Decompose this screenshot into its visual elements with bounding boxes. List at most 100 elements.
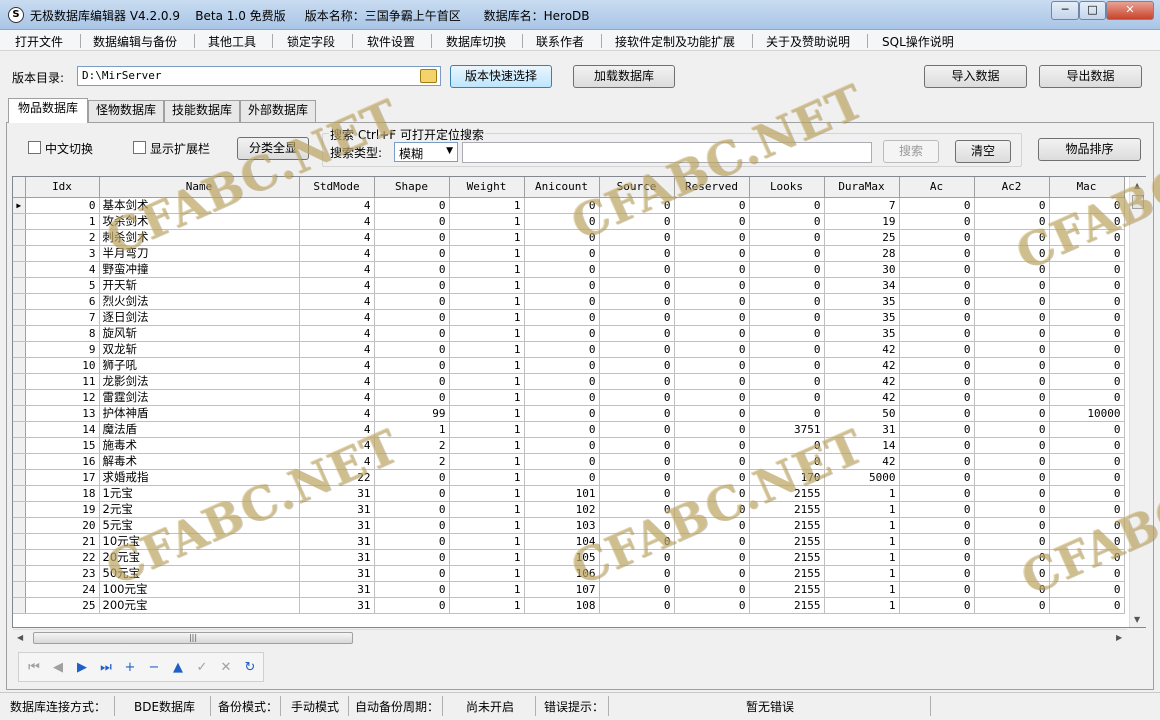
table-cell[interactable]: 0 [524,389,600,406]
table-cell[interactable]: 0 [974,469,1050,486]
table-cell[interactable]: 2155 [749,501,825,518]
table-cell[interactable]: 42 [824,341,900,358]
table-cell[interactable]: 0 [674,565,750,582]
table-cell[interactable]: 35 [824,309,900,326]
table-cell[interactable]: 0 [524,277,600,294]
table-cell[interactable]: 0 [974,213,1050,230]
table-cell[interactable]: 30 [824,261,900,278]
column-header[interactable]: Weight [449,177,525,198]
table-cell[interactable]: 0 [899,533,975,550]
table-cell[interactable]: 0 [599,437,675,454]
table-cell[interactable]: 0 [1049,277,1125,294]
table-cell[interactable]: 0 [1049,245,1125,262]
table-cell[interactable]: 0 [1049,501,1125,518]
table-cell[interactable]: 0 [749,357,825,374]
table-cell[interactable]: 0 [974,341,1050,358]
table-cell[interactable]: 1 [824,549,900,566]
menu-data-edit-backup[interactable]: 数据编辑与备份 [93,33,177,50]
table-cell[interactable]: 0 [374,533,450,550]
table-cell[interactable]: 10元宝 [99,533,300,550]
table-cell[interactable]: 0 [524,197,600,214]
tab-external-db[interactable]: 外部数据库 [240,100,316,122]
table-cell[interactable]: 0 [1049,325,1125,342]
table-cell[interactable]: 0 [674,581,750,598]
table-cell[interactable]: 双龙斩 [99,341,300,358]
table-row[interactable]: 23 50元宝 31 0 1 106 0 0 2155 1 0 0 0 [13,565,1125,582]
import-button[interactable]: 导入数据 [924,65,1027,88]
export-button[interactable]: 导出数据 [1039,65,1142,88]
table-cell[interactable]: 1 [449,533,525,550]
table-cell[interactable]: 21 [25,533,100,550]
table-cell[interactable]: 0 [674,293,750,310]
table-cell[interactable]: 0 [674,405,750,422]
table-cell[interactable]: 31 [824,421,900,438]
table-cell[interactable]: 0 [374,565,450,582]
table-cell[interactable]: 28 [824,245,900,262]
table-cell[interactable]: 1 [449,421,525,438]
table-row[interactable]: 5 开天斩 4 0 1 0 0 0 0 34 0 0 0 [13,277,1125,294]
table-cell[interactable]: 31 [299,485,375,502]
table-cell[interactable]: 0 [674,197,750,214]
table-cell[interactable]: 0 [749,325,825,342]
table-cell[interactable]: 5元宝 [99,517,300,534]
table-cell[interactable]: 25 [824,229,900,246]
table-cell[interactable]: 0 [674,437,750,454]
table-cell[interactable]: 19 [824,213,900,230]
table-cell[interactable]: 0 [749,293,825,310]
table-cell[interactable]: 0 [974,597,1050,614]
table-cell[interactable]: 0 [599,405,675,422]
table-cell[interactable]: 50 [824,405,900,422]
tab-monster-db[interactable]: 怪物数据库 [88,100,164,122]
table-cell[interactable]: 0 [1049,581,1125,598]
table-cell[interactable]: 0 [674,453,750,470]
table-row[interactable]: 18 1元宝 31 0 1 101 0 0 2155 1 0 0 0 [13,485,1125,502]
table-cell[interactable]: 1 [449,309,525,326]
table-cell[interactable]: 0 [974,373,1050,390]
table-cell[interactable]: 0 [374,309,450,326]
column-header[interactable]: DuraMax [824,177,900,198]
table-cell[interactable]: 0 [899,389,975,406]
table-cell[interactable]: 22 [299,469,375,486]
table-row[interactable]: 7 逐日剑法 4 0 1 0 0 0 0 35 0 0 0 [13,309,1125,326]
tab-item-db[interactable]: 物品数据库 [8,98,88,123]
table-cell[interactable]: 1 [824,565,900,582]
table-row[interactable]: 11 龙影剑法 4 0 1 0 0 0 0 42 0 0 0 [13,373,1125,390]
table-cell[interactable]: 11 [25,373,100,390]
last-icon[interactable]: ⏭ [97,659,115,677]
table-cell[interactable]: 99 [374,405,450,422]
table-cell[interactable]: 0 [899,405,975,422]
table-cell[interactable]: 4 [299,229,375,246]
table-cell[interactable]: 雷霆剑法 [99,389,300,406]
table-cell[interactable]: 0 [974,261,1050,278]
delete-icon[interactable]: − [145,659,163,677]
table-cell[interactable]: 解毒术 [99,453,300,470]
table-cell[interactable]: 20 [25,517,100,534]
table-cell[interactable]: 0 [1049,357,1125,374]
table-cell[interactable]: 2155 [749,581,825,598]
table-cell[interactable]: 0 [899,549,975,566]
table-cell[interactable]: 0 [674,533,750,550]
table-cell[interactable]: 0 [374,197,450,214]
table-cell[interactable]: 0 [599,229,675,246]
table-cell[interactable]: 0 [674,341,750,358]
table-cell[interactable]: 0 [974,277,1050,294]
table-cell[interactable]: 0 [899,421,975,438]
table-cell[interactable]: 0 [899,341,975,358]
table-cell[interactable]: 0 [374,213,450,230]
table-cell[interactable]: 0 [374,341,450,358]
table-cell[interactable]: 42 [824,453,900,470]
table-cell[interactable]: 31 [299,549,375,566]
table-cell[interactable]: 0 [974,293,1050,310]
table-cell[interactable]: 1 [374,421,450,438]
maximize-button[interactable]: □ [1079,1,1106,20]
next-icon[interactable]: ▶ [73,659,91,677]
table-cell[interactable]: 0 [899,437,975,454]
table-cell[interactable]: 0 [674,469,750,486]
table-cell[interactable]: 0 [374,501,450,518]
table-cell[interactable]: 1 [449,341,525,358]
table-row[interactable]: 2 刺杀剑术 4 0 1 0 0 0 0 25 0 0 0 [13,229,1125,246]
table-cell[interactable]: 16 [25,453,100,470]
table-cell[interactable]: 1 [449,325,525,342]
table-cell[interactable]: 护体神盾 [99,405,300,422]
table-cell[interactable]: 0 [1049,469,1125,486]
